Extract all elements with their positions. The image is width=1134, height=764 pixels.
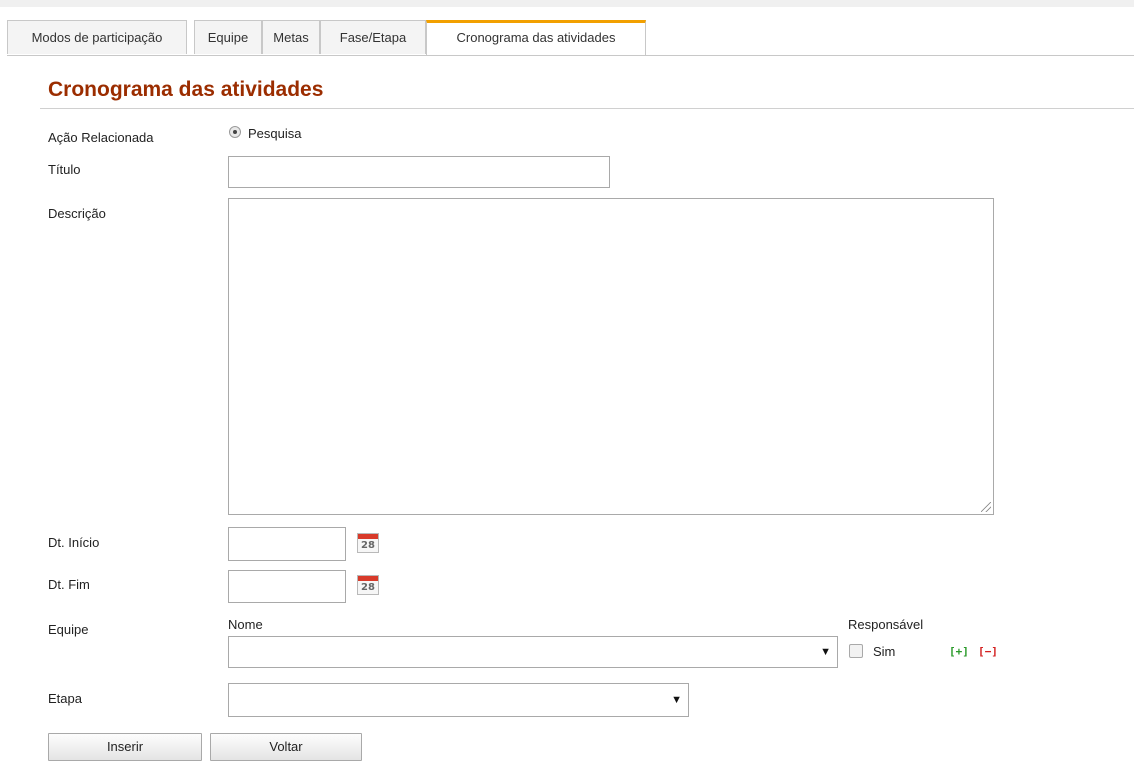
dropdown-arrow-icon: ▼ bbox=[671, 694, 682, 706]
tab-metas[interactable]: Metas bbox=[262, 20, 320, 54]
remove-row-icon[interactable]: [−] bbox=[978, 645, 998, 658]
descricao-textarea[interactable] bbox=[228, 198, 994, 515]
calendar-day: 28 bbox=[361, 582, 375, 593]
top-bar bbox=[0, 0, 1134, 7]
resize-handle-icon[interactable] bbox=[981, 502, 991, 512]
dt-fim-label: Dt. Fim bbox=[48, 577, 90, 592]
calendar-day: 28 bbox=[361, 540, 375, 551]
tab-equipe[interactable]: Equipe bbox=[194, 20, 262, 54]
titulo-label: Título bbox=[48, 162, 81, 177]
sim-label[interactable]: Sim bbox=[873, 644, 895, 659]
responsavel-column-header: Responsável bbox=[848, 617, 924, 632]
inserir-button[interactable]: Inserir bbox=[48, 733, 202, 761]
add-row-icon[interactable]: [+] bbox=[949, 645, 969, 658]
acao-relacionada-label: Ação Relacionada bbox=[48, 130, 154, 145]
dt-fim-input[interactable] bbox=[228, 570, 346, 603]
dt-inicio-label: Dt. Início bbox=[48, 535, 100, 550]
dt-inicio-calendar-icon[interactable]: 28 bbox=[357, 533, 379, 553]
equipe-label: Equipe bbox=[48, 622, 89, 637]
page-title: Cronograma das atividades bbox=[48, 78, 324, 101]
title-divider bbox=[40, 108, 1134, 109]
tab-fase-etapa[interactable]: Fase/Etapa bbox=[320, 20, 426, 54]
nome-column-header: Nome bbox=[228, 617, 263, 632]
voltar-button[interactable]: Voltar bbox=[210, 733, 362, 761]
titulo-input[interactable] bbox=[228, 156, 610, 188]
tab-cronograma[interactable]: Cronograma das atividades bbox=[426, 20, 646, 55]
dt-inicio-input[interactable] bbox=[228, 527, 346, 561]
dropdown-arrow-icon: ▼ bbox=[820, 646, 831, 658]
descricao-label: Descrição bbox=[48, 206, 106, 221]
etapa-label: Etapa bbox=[48, 691, 82, 706]
pesquisa-radio-label[interactable]: Pesquisa bbox=[248, 126, 301, 141]
tab-modos-participacao[interactable]: Modos de participação bbox=[7, 20, 187, 54]
pesquisa-radio[interactable] bbox=[229, 126, 241, 138]
responsavel-sim-checkbox[interactable] bbox=[849, 644, 863, 658]
tab-bar: Modos de participação Equipe Metas Fase/… bbox=[7, 20, 1134, 56]
dt-fim-calendar-icon[interactable]: 28 bbox=[357, 575, 379, 595]
etapa-select[interactable]: ▼ bbox=[228, 683, 689, 717]
equipe-nome-select[interactable]: ▼ bbox=[228, 636, 838, 668]
